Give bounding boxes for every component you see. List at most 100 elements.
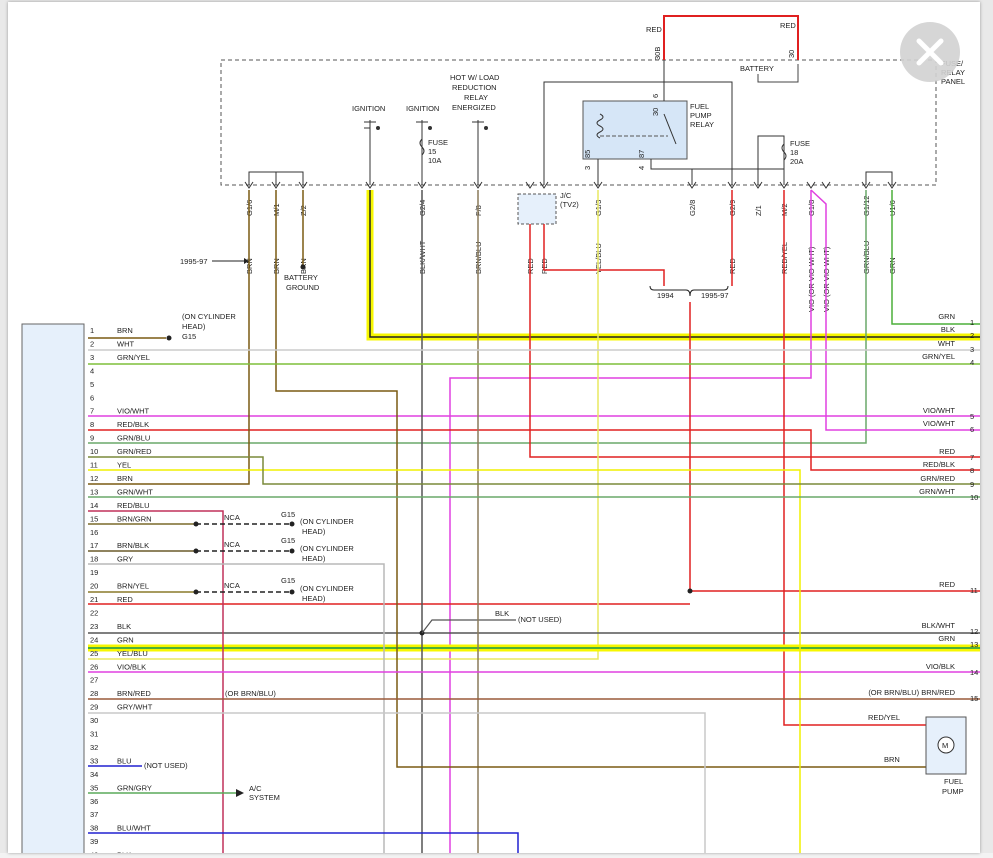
right-pin-number: 6	[970, 425, 974, 434]
left-pin-number: 12	[90, 474, 98, 483]
left-pin-label: YEL	[117, 461, 131, 470]
wire-vio-g18	[449, 190, 812, 853]
nca-1: NCA	[224, 513, 240, 522]
left-pin-label: RED	[117, 595, 133, 604]
left-pin-label: GRN	[117, 635, 134, 644]
diagram-sheet: FUSE/ RELAY PANEL RED RED 30B 30 BATTERY…	[8, 2, 980, 858]
wire-red-blu	[88, 510, 224, 853]
on-cyl-3b: HEAD)	[302, 554, 326, 563]
red-label-left: RED	[646, 25, 662, 34]
left-pin-number: 2	[90, 339, 94, 348]
fuse15-l3: 10A	[428, 156, 441, 165]
ac-junction	[517, 193, 557, 225]
relay-87-wire	[650, 159, 785, 185]
ac-l1: J/C	[560, 191, 572, 200]
left-pin-label: BRN	[117, 474, 133, 483]
pin-30-relay: 30	[651, 108, 660, 116]
wire-yel-11	[88, 469, 801, 853]
right-pin-number: 15	[970, 694, 978, 703]
left-pin-number: 8	[90, 420, 94, 429]
left-pin-number: 30	[90, 716, 98, 725]
nca-dashes	[196, 523, 292, 593]
left-pin-number: 16	[90, 528, 98, 537]
left-pin-label: YEL/BLU	[117, 649, 148, 658]
right-pin-number: 3	[970, 345, 974, 354]
ac-system-l1: A/C	[249, 784, 262, 793]
right-pin-number: 4	[970, 358, 974, 367]
left-pin-number: 39	[90, 837, 98, 846]
relay-l3: RELAY	[690, 120, 714, 129]
wire-red-blk	[88, 429, 980, 471]
pin-6: 6	[651, 94, 660, 98]
relay-l1: FUEL	[690, 102, 709, 111]
left-pin-number: 37	[90, 810, 98, 819]
wiring-diagram: FUSE/ RELAY PANEL RED RED 30B 30 BATTERY…	[21, 15, 980, 858]
right-pin-label: RED/BLK	[923, 460, 955, 469]
right-pin-number: 11	[970, 586, 978, 595]
hot-label-4: ENERGIZED	[452, 103, 496, 112]
on-cyl-2a: (ON CYLINDER	[300, 517, 354, 526]
left-pin-number: 36	[90, 797, 98, 806]
right-pin-label: VIO/WHT	[923, 406, 955, 415]
left-pin-number: 19	[90, 568, 98, 577]
left-pin-number: 10	[90, 447, 98, 456]
left-pin-label: GRN/RED	[117, 447, 152, 456]
hot-source	[472, 120, 488, 185]
left-pin-number: 32	[90, 743, 98, 752]
left-pin-labels: 1 BRN 2 WHT 3 GRN/YEL 4 5 6 7 VIO/WHT 8 RED/BLK 9 GRN/…	[90, 326, 153, 858]
left-pin-number: 9	[90, 434, 94, 443]
pin-85: 85	[583, 150, 592, 158]
wire-grn-u16	[891, 190, 980, 325]
battery-label: BATTERY	[740, 64, 774, 73]
right-pin-number: 10	[970, 493, 978, 502]
left-pin-number: 11	[90, 461, 98, 470]
left-pin-label: WHT	[117, 339, 134, 348]
left-pin-label: GRY/WHT	[117, 703, 153, 712]
g15-1: G15	[182, 332, 196, 341]
on-cyl-head-1a: (ON CYLINDER	[182, 312, 236, 321]
right-pin-label: RED	[939, 580, 955, 589]
blk-not-used-label: BLK	[495, 609, 509, 618]
left-pin-number: 7	[90, 407, 94, 416]
left-pin-number: 21	[90, 595, 98, 604]
year-1995-97: 1995-97	[701, 291, 729, 300]
battery-ground-l1: BATTERY	[284, 273, 318, 282]
fuel-pump-l1: FUEL	[944, 777, 963, 786]
right-pin-number: 2	[970, 331, 974, 340]
wire-blu-wht	[88, 832, 519, 853]
right-pin-label: GRN/YEL	[922, 352, 955, 361]
left-pin-number: 28	[90, 689, 98, 698]
right-pin-number: 1	[970, 318, 974, 327]
on-cyl-4b: HEAD)	[302, 594, 326, 603]
left-pin-number: 15	[90, 514, 98, 523]
left-pin-number: 18	[90, 555, 98, 564]
on-cyl-2b: HEAD)	[302, 527, 326, 536]
year-left: 1995-97	[180, 257, 208, 266]
left-pin-label: RED/BLU	[117, 501, 150, 510]
left-pin-number: 31	[90, 730, 98, 739]
ignition-label-1: IGNITION	[352, 104, 385, 113]
left-pin-label: GRY	[117, 555, 133, 564]
fuel-pump-l2: PUMP	[942, 787, 964, 796]
left-pin-number: 5	[90, 380, 94, 389]
on-cyl-head-1b: HEAD)	[182, 322, 206, 331]
fuse-relay-panel-box	[220, 59, 937, 186]
fuse18-l3: 20A	[790, 157, 803, 166]
not-used-2: (NOT USED)	[144, 761, 188, 770]
year-1994: 1994	[657, 291, 674, 300]
ac-arrow	[236, 789, 244, 797]
left-pin-number: 3	[90, 353, 94, 362]
right-pin-label: BLK	[941, 325, 955, 334]
fuse18-l1: FUSE	[790, 139, 810, 148]
pin-30b: 30B	[653, 47, 662, 60]
close-button[interactable]	[900, 22, 960, 82]
left-pin-number: 14	[90, 501, 98, 510]
red-label-right: RED	[780, 21, 796, 30]
right-pin-label: GRN	[938, 312, 955, 321]
ac-l2: (TV2)	[560, 200, 579, 209]
left-pin-number: 1	[90, 326, 94, 335]
battery-ground-l2: GROUND	[286, 283, 320, 292]
fuse18-wire	[757, 135, 785, 185]
left-module	[21, 323, 85, 858]
right-pin-label: GRN	[938, 634, 955, 643]
